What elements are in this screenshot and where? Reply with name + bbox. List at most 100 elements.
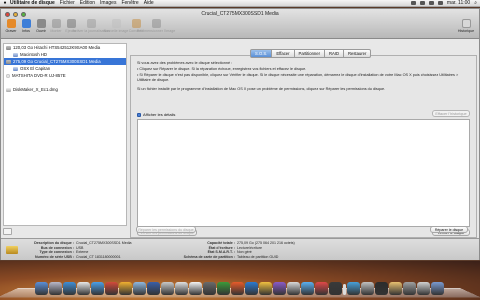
volume-icon[interactable] [428, 1, 434, 5]
eject-icon [66, 19, 76, 28]
menu-window[interactable]: Fenêtre [121, 0, 138, 6]
sidebar-item-label: 120,03 Go Hitachi HTS542512K9SA00 Media [13, 45, 101, 50]
tab-4[interactable]: Restaurer [343, 49, 372, 58]
first-aid-pane: Si vous avez des problèmes avec le disqu… [130, 55, 477, 238]
sidebar-disk-item[interactable]: DiskMaker_X_Ec1.dmg [4, 86, 126, 93]
toolbar-button-label: Nouvelle image [103, 29, 129, 33]
dock-app-icon[interactable] [188, 282, 202, 295]
spotlight-icon[interactable]: ⌕ [474, 0, 477, 6]
menu-file[interactable]: Fichier [60, 0, 75, 6]
toolbar-button-label: Infos [22, 29, 30, 33]
tab-1[interactable]: Effacer [272, 49, 295, 58]
battery-icon[interactable] [437, 1, 443, 5]
sidebar-disk-item[interactable]: 275,09 Go Crucial_CT275MX300SSD1 Media [4, 58, 126, 65]
dock-app-icon[interactable] [328, 282, 342, 295]
details-log-area[interactable] [137, 119, 470, 227]
disk-utility-window: Crucial_CT275MX300SSD1 Media Graver Infos… [0, 8, 480, 260]
sidebar-disk-item[interactable]: MATSHITA DVD-R UJ-857E [4, 72, 126, 79]
sidebar-action-button[interactable] [3, 228, 12, 235]
resize-icon [151, 19, 161, 28]
dock-app-icon[interactable] [388, 282, 402, 295]
log-icon [461, 19, 471, 28]
info-value: Externe [76, 250, 89, 254]
dock-app-icon[interactable] [118, 282, 132, 295]
menu-clock[interactable]: mar. 11:00 [447, 0, 470, 6]
info-icon [21, 19, 31, 28]
hard-disk-icon [6, 59, 11, 64]
toolbar-button-info[interactable]: Infos [19, 19, 33, 33]
hard-disk-icon [6, 45, 11, 50]
new-image-icon [111, 19, 121, 28]
checkbox-checked-icon [137, 112, 141, 117]
toolbar: Graver Infos Ouvrir Monter Ejecter Activer la… [4, 19, 175, 33]
dock-app-icon[interactable] [244, 282, 258, 295]
sidebar-volume-item[interactable]: Macintosh HD [4, 51, 126, 58]
wifi-icon[interactable] [419, 1, 425, 5]
open-icon [36, 19, 46, 28]
toolbar-button-journal[interactable]: Activer la journalisation [73, 19, 109, 33]
dock-app-icon[interactable] [416, 282, 430, 295]
dock-app-icon[interactable] [230, 282, 244, 295]
dock-app-icon[interactable] [104, 282, 118, 295]
apple-menu-icon[interactable]: ● [0, 0, 10, 6]
sidebar-volume-item[interactable]: OSX El Capitan [4, 65, 126, 72]
toolbar-button-new-image[interactable]: Nouvelle image [104, 19, 128, 33]
sidebar-item-label: Macintosh HD [20, 52, 47, 57]
sidebar-item-label: MATSHITA DVD-R UJ-857E [12, 73, 66, 78]
main-pane: Si vous avez des problèmes avec le disqu… [130, 43, 477, 238]
menu-help[interactable]: Aide [144, 0, 154, 6]
mount-icon [51, 19, 61, 28]
toolbar-button-resize[interactable]: Redimensionner l’image [137, 19, 175, 33]
sidebar-disk-item[interactable]: 120,03 Go Hitachi HTS542512K9SA00 Media [4, 44, 126, 51]
show-details-checkbox[interactable]: Afficher les détails [137, 112, 175, 117]
info-value: Crucial_CT 1831180000001 [76, 254, 121, 259]
menu-images[interactable]: Images [100, 0, 116, 6]
tab-0[interactable]: S.O.S. [250, 49, 273, 58]
dock-app-icon[interactable] [62, 282, 76, 295]
window-title: Crucial_CT275MX300SSD1 Media [201, 11, 279, 17]
dock-app-icon[interactable] [430, 282, 444, 295]
menu-edit[interactable]: Édition [80, 0, 95, 6]
toolbar-button-open[interactable]: Ouvrir [34, 19, 48, 33]
info-value: Lecture/écriture [237, 245, 262, 250]
repair-disk-button[interactable]: Réparer le disque [430, 226, 468, 233]
dock-app-icon[interactable] [272, 282, 286, 295]
log-button[interactable]: Historique [457, 19, 475, 33]
dock-app-icon[interactable] [360, 282, 374, 295]
dock-app-icon[interactable] [174, 282, 188, 295]
disk-info-footer: Description du disque : Crucial_CT275MX30… [1, 238, 479, 260]
dock-app-icon[interactable] [216, 282, 230, 295]
dock-app-icon[interactable] [146, 282, 160, 295]
info-row: Schéma de carte de partition : Tableau de… [181, 255, 295, 260]
toolbar-button-label: Redimensionner l’image [136, 29, 176, 33]
repair-permissions-button[interactable]: Réparer les permissions du disque [136, 226, 196, 233]
dock-app-icon[interactable] [132, 282, 146, 295]
dock-app-icon[interactable] [346, 282, 360, 295]
dock-app-icon[interactable] [300, 282, 314, 295]
tray-icon[interactable] [410, 1, 416, 5]
dock-app-icon[interactable] [314, 282, 328, 295]
dock-app-icon[interactable] [90, 282, 104, 295]
info-key: Numéro de série USB : [35, 254, 74, 259]
log-label: Historique [457, 29, 475, 33]
dock-app-icon[interactable] [34, 282, 48, 295]
info-column-right: Capacité totale :275,09 Go (275 064 201 … [181, 241, 295, 259]
dock-app-icon[interactable] [202, 282, 216, 295]
dock-app-icon[interactable] [402, 282, 416, 295]
tab-3[interactable]: RAID [324, 49, 344, 58]
toolbar-button-mount[interactable]: Monter [49, 19, 63, 33]
toolbar-button-burn[interactable]: Graver [4, 19, 18, 33]
info-value: Tableau de partition GUID [237, 254, 279, 259]
dock-app-icon[interactable] [374, 282, 388, 295]
toolbar-button-label: Ouvrir [36, 29, 46, 33]
dock-app-icon[interactable] [286, 282, 300, 295]
info-line: • Si Réparer le disque n’est pas disponi… [137, 73, 459, 82]
dock-app-icon[interactable] [48, 282, 62, 295]
dock-app-icon[interactable] [258, 282, 272, 295]
clear-history-button[interactable]: Effacer l’historique [432, 110, 470, 117]
dock-app-icon[interactable] [160, 282, 174, 295]
menu-app-name[interactable]: Utilitaire de disque [10, 0, 55, 6]
dock-app-icon[interactable] [76, 282, 90, 295]
tab-2[interactable]: Partitionner [294, 49, 325, 58]
